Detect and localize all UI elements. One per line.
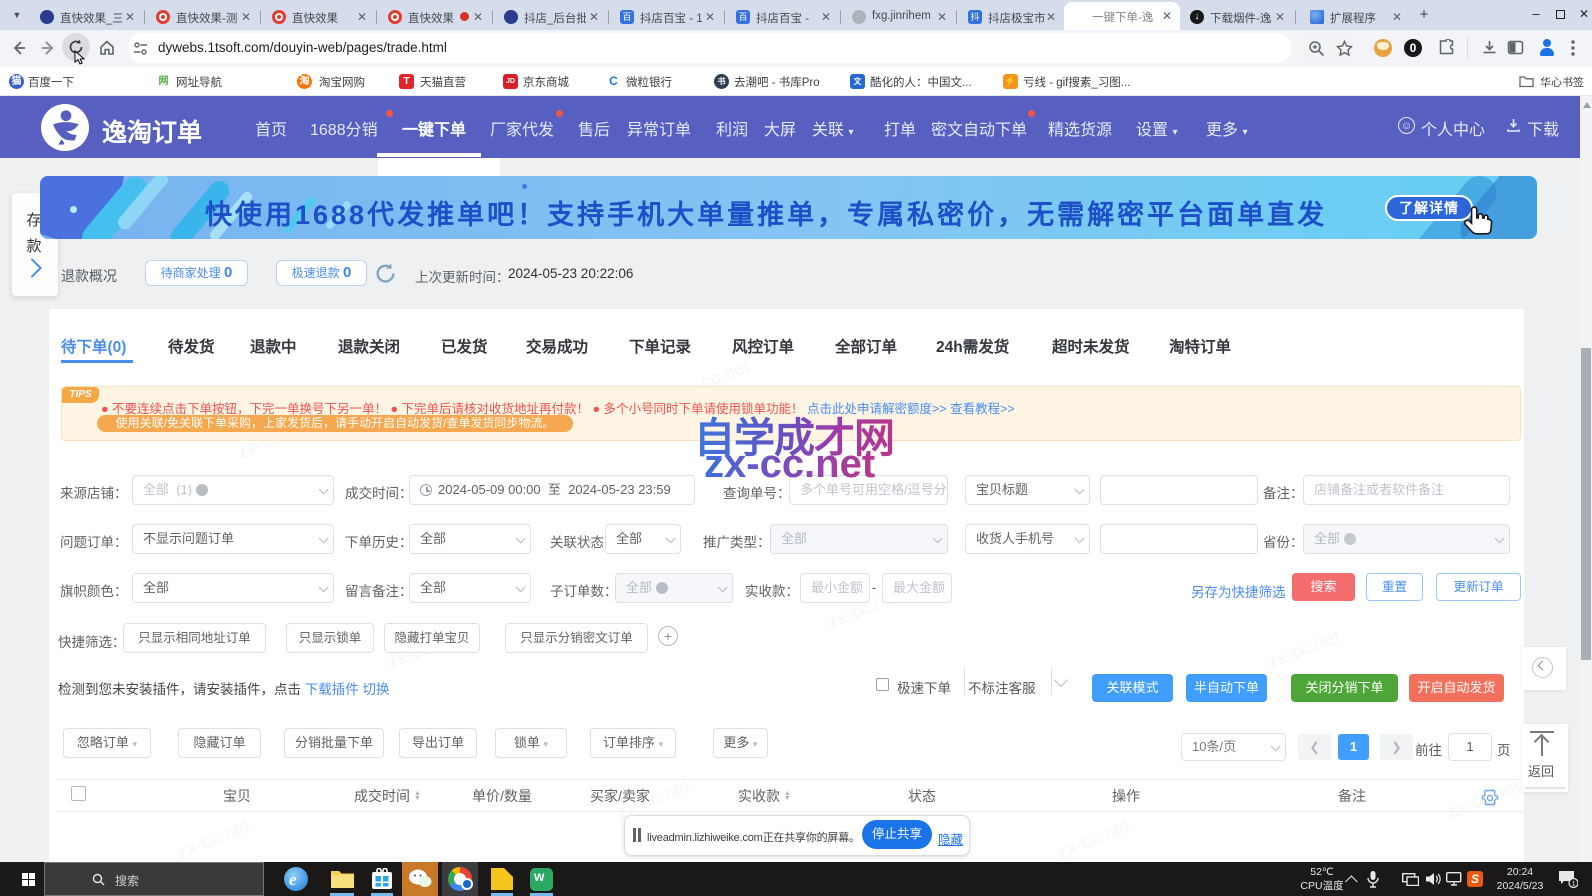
svg-text:1: 1 — [1572, 881, 1576, 888]
